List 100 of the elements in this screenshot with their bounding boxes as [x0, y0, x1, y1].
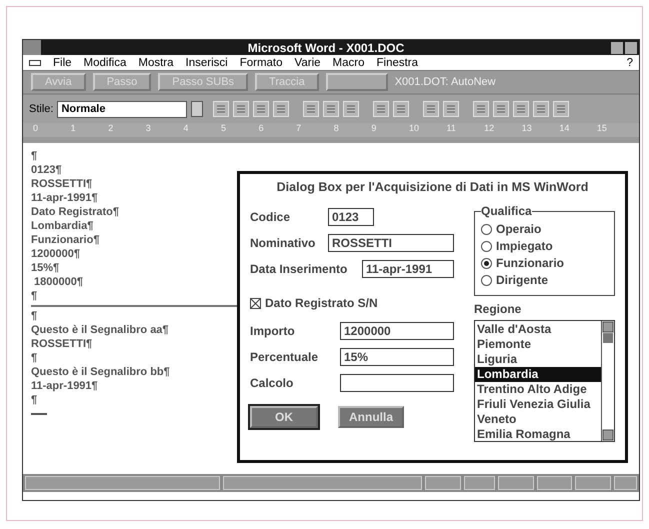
ruler-number: 13: [522, 123, 533, 135]
radio-button[interactable]: [481, 240, 492, 252]
input-field[interactable]: 0123: [328, 208, 374, 226]
dropdown-icon[interactable]: [191, 101, 204, 117]
input-field[interactable]: ROSSETTI: [328, 234, 454, 252]
ruler-number: 0: [33, 123, 40, 135]
input-field[interactable]: 15%: [340, 348, 454, 366]
status-panel: [498, 476, 534, 490]
toolbar-icon[interactable]: [343, 101, 360, 117]
list-box[interactable]: Valle d'Aosta Piemonte Liguria Lombardia Trentino Alto Adige Friuli Venezia Giulia Veneto Emilia Romagna: [474, 320, 615, 442]
toolbar-button[interactable]: [326, 73, 388, 91]
ruler-number: 14: [559, 123, 570, 135]
toolbar-icon[interactable]: [393, 101, 410, 117]
radio-button[interactable]: [481, 274, 492, 286]
ruler-number: 3: [146, 123, 152, 135]
document-line: Funzionario¶: [31, 233, 100, 247]
menu-item[interactable]: Mostra: [138, 56, 174, 68]
toolbar-icon[interactable]: [303, 101, 320, 117]
toolbar-icon[interactable]: [513, 101, 530, 117]
toolbar-icon[interactable]: [273, 101, 290, 117]
document-line: Questo è il Segnalibro bb¶: [31, 365, 171, 379]
toolbar-icon[interactable]: [473, 101, 490, 117]
radio-label: Operaio: [496, 222, 542, 236]
list-item[interactable]: Veneto: [475, 412, 601, 427]
radio-label: Dirigente: [496, 273, 548, 287]
menu-item[interactable]: Macro: [332, 56, 364, 68]
radio-label: Funzionario: [496, 256, 564, 270]
list-item[interactable]: Piemonte: [475, 337, 601, 352]
ruler-number: 8: [334, 123, 340, 135]
document-line: Lombardia¶: [31, 219, 94, 233]
ruler-number: 4: [183, 123, 190, 135]
document-line: 11-apr-1991¶: [31, 379, 99, 393]
list-item[interactable]: Trentino Alto Adige: [475, 382, 601, 397]
group-label: Qualifica: [481, 204, 532, 218]
status-panel: [464, 476, 496, 490]
maximize-icon[interactable]: [625, 42, 637, 54]
toolbar-icon[interactable]: [553, 101, 570, 117]
ruler-number: 11: [446, 123, 457, 135]
input-field[interactable]: [340, 374, 454, 392]
end-mark: [31, 413, 47, 415]
dialog-title: Dialog Box per l'Acquisizione di Dati in MS WinWord: [276, 180, 588, 194]
ruler-number: 6: [258, 123, 265, 135]
document-line: ¶: [31, 309, 38, 323]
status-panel: [575, 476, 612, 490]
list-item[interactable]: Friuli Venezia Giulia: [475, 397, 601, 412]
ruler-number: 1: [70, 123, 77, 135]
input-field[interactable]: 1200000: [340, 322, 454, 340]
ruler-number: 7: [296, 123, 302, 135]
toolbar-icon[interactable]: [443, 101, 460, 117]
list-item[interactable]: Emilia Romagna: [475, 427, 601, 442]
document-menu-icon[interactable]: [29, 60, 41, 66]
radio-button[interactable]: [481, 258, 492, 268]
list-item[interactable]: Valle d'Aosta: [475, 322, 601, 337]
toolbar-icon[interactable]: [253, 101, 270, 117]
input-field[interactable]: 11-apr-1991: [362, 260, 454, 278]
help-menu[interactable]: ?: [626, 56, 633, 68]
toolbar-icon[interactable]: [533, 101, 550, 117]
ruler-number: 12: [484, 123, 496, 135]
minimize-icon[interactable]: [611, 42, 623, 54]
toolbar-icon[interactable]: [373, 101, 390, 117]
menu-item[interactable]: Modifica: [84, 56, 126, 68]
status-panel: [425, 476, 461, 490]
ruler-number: 15: [596, 123, 608, 135]
menu-item[interactable]: File: [53, 56, 72, 68]
menu-item[interactable]: Finestra: [376, 56, 418, 68]
field-label: Importo: [250, 324, 296, 338]
style-field[interactable]: Normale: [57, 100, 188, 118]
radio-button[interactable]: [481, 224, 492, 234]
toolbar-icon[interactable]: [233, 101, 250, 117]
toolbar-icon[interactable]: [213, 101, 230, 117]
document-line: Questo è il Segnalibro aa¶: [31, 323, 170, 337]
document-line: Dato Registrato¶: [31, 205, 120, 219]
document-line: ¶: [31, 351, 38, 365]
ruler-number: 10: [408, 123, 420, 135]
ruler-number: 2: [108, 123, 114, 135]
toolbar-icon[interactable]: [493, 101, 510, 117]
scroll-bar[interactable]: [601, 321, 614, 441]
list-item[interactable]: Lombardia: [475, 367, 601, 382]
ruler-number: 9: [371, 123, 378, 135]
window-title: Microsoft Word - X001.DOC: [246, 40, 406, 54]
field-label: Codice: [250, 210, 292, 224]
menu-item[interactable]: Formato: [240, 56, 283, 68]
list-item[interactable]: Liguria: [475, 352, 601, 367]
toolbar-icon[interactable]: [323, 101, 340, 117]
menu-item[interactable]: Inserisci: [186, 56, 228, 68]
document-line: ROSSETTI¶: [31, 177, 94, 191]
style-label: Stile:: [29, 103, 54, 115]
toolbar-icon[interactable]: [423, 101, 440, 117]
field-label: Percentuale: [250, 350, 320, 364]
document-line: ¶: [31, 149, 38, 163]
list-label: Regione: [474, 302, 522, 316]
document-line: 1800000¶: [33, 275, 84, 289]
status-panel: [614, 476, 637, 490]
document-line: 1200000¶: [31, 247, 81, 261]
ruler-number: 5: [220, 123, 227, 135]
field-label: Calcolo: [250, 376, 294, 390]
status-panel: [536, 476, 572, 490]
radio-label: Impiegato: [496, 239, 553, 253]
menu-item[interactable]: Varie: [294, 56, 321, 68]
checkbox[interactable]: [250, 298, 261, 308]
